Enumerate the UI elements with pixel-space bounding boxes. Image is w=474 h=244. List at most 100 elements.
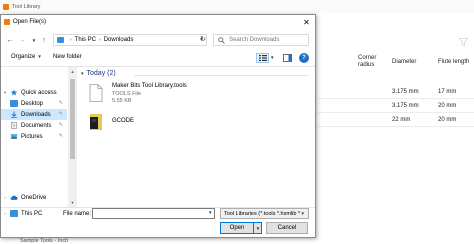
file-name-input[interactable] <box>92 208 215 219</box>
scroll-up-icon[interactable]: ▲ <box>68 67 77 76</box>
table-row[interactable]: 3.175 mm 20 mm <box>318 100 474 113</box>
nav-label: This PC <box>21 210 43 217</box>
file-item[interactable]: Maker Bits Tool Library.tools TOOLS File… <box>87 82 297 108</box>
up-arrow-icon[interactable]: ↑ <box>39 35 49 45</box>
table-row[interactable]: 3.175 mm 17 mm <box>318 86 474 99</box>
flute-length-cell: 20 mm <box>438 117 457 123</box>
expand-arrow-icon[interactable]: › <box>2 195 8 200</box>
app-logo-icon <box>3 3 9 10</box>
file-type-select[interactable]: Tool Libraries (*.tools *.hsmlib * ▼ <box>220 208 309 219</box>
cloud-icon <box>10 195 18 200</box>
nav-item-pictures[interactable]: Pictures ✎ <box>1 131 67 142</box>
column-diameter[interactable]: Diameter <box>392 59 416 66</box>
breadcrumb-this-pc[interactable]: This PC <box>75 37 96 43</box>
navigation-pane: ▾ Quick access Desktop ✎ Downloads ✎ Doc… <box>1 67 67 207</box>
column-flute-length[interactable]: Flute length <box>438 59 469 66</box>
background-app-title: Tool Library <box>12 3 41 10</box>
dialog-titlebar[interactable]: Open File(s) ✕ <box>1 15 315 29</box>
file-name: Maker Bits Tool Library.tools <box>112 83 187 89</box>
view-options-button[interactable] <box>256 53 269 63</box>
chevron-down-icon: ▼ <box>300 211 305 216</box>
table-row[interactable]: 22 mm 20 mm <box>318 114 474 127</box>
open-file-dialog: Open File(s) ✕ ← → ▼ ↑ › This PC › Downl… <box>0 14 316 238</box>
close-button[interactable]: ✕ <box>300 16 313 28</box>
address-bar-row: ← → ▼ ↑ › This PC › Downloads ▼ ↻ Search… <box>1 31 315 49</box>
nav-item-this-pc[interactable]: › This PC <box>1 208 67 219</box>
diameter-cell: 3.175 mm <box>392 103 419 109</box>
view-dropdown-chevron-icon[interactable]: ▼ <box>270 55 274 60</box>
organize-label: Organize <box>11 54 36 60</box>
nav-item-onedrive[interactable]: › OneDrive <box>1 192 67 203</box>
new-folder-button[interactable]: New folder <box>53 54 82 60</box>
documents-icon <box>11 122 17 129</box>
nav-item-quick-access[interactable]: ▾ Quick access <box>1 87 67 98</box>
address-bar[interactable]: › This PC › Downloads ▼ <box>53 34 207 46</box>
pictures-icon <box>10 134 18 139</box>
nav-scrollbar[interactable]: ▲ ▼ <box>68 67 77 207</box>
app-logo-icon <box>4 19 10 25</box>
breadcrumb-separator-icon[interactable]: › <box>70 37 72 43</box>
search-input[interactable]: Search Downloads <box>213 34 309 46</box>
tool-table-header: Corner radius Diameter Flute length <box>318 52 474 78</box>
cancel-button[interactable]: Cancel <box>266 222 308 234</box>
pc-icon <box>10 210 18 217</box>
flute-length-cell: 20 mm <box>438 103 457 109</box>
column-corner-radius[interactable]: Corner radius <box>358 55 384 69</box>
nav-label: OneDrive <box>21 194 47 201</box>
scroll-down-icon[interactable]: ▼ <box>68 198 77 207</box>
breadcrumb-downloads[interactable]: Downloads <box>104 37 134 43</box>
folder-item[interactable]: GCODE <box>87 111 297 137</box>
open-split-chevron-icon[interactable]: ▼ <box>253 222 262 234</box>
help-icon[interactable]: ? <box>299 53 309 63</box>
nav-label: Quick access <box>21 89 57 96</box>
organize-button[interactable]: Organize ▼ <box>11 54 42 60</box>
refresh-icon[interactable]: ↻ <box>199 35 207 43</box>
scrollbar-thumb[interactable] <box>70 79 75 159</box>
group-label: Today (2) <box>86 70 116 77</box>
file-type-filter: Tool Libraries (*.tools *.hsmlib * <box>224 210 301 217</box>
pin-icon: ✎ <box>58 100 63 106</box>
nav-item-desktop[interactable]: Desktop ✎ <box>1 98 67 109</box>
diameter-cell: 22 mm <box>392 117 411 123</box>
group-divider <box>134 75 309 76</box>
file-name-label: File name: <box>63 211 92 217</box>
diameter-cell: 3.175 mm <box>392 89 419 95</box>
nav-label: Downloads <box>21 111 51 118</box>
star-icon <box>10 89 18 96</box>
background-titlebar: Tool Library <box>0 0 474 13</box>
back-arrow-icon[interactable]: ← <box>5 35 15 45</box>
file-size: 5.55 KB <box>112 98 132 104</box>
recent-locations-chevron-icon[interactable]: ▼ <box>29 35 39 45</box>
file-list: ▾ Today (2) Maker Bits Tool Library.tool… <box>79 67 315 207</box>
chevron-down-icon: ▾ <box>81 70 84 77</box>
pin-icon: ✎ <box>58 133 63 139</box>
chevron-down-icon[interactable]: ▼ <box>208 210 212 215</box>
command-toolbar: Organize ▼ New folder ▼ ? <box>1 51 315 65</box>
nav-item-documents[interactable]: Documents ✎ <box>1 120 67 131</box>
pin-icon: ✎ <box>58 122 63 128</box>
cancel-label: Cancel <box>277 225 297 231</box>
breadcrumb-separator-icon[interactable]: › <box>99 37 101 43</box>
details-view-icon <box>258 55 267 61</box>
chevron-down-icon: ▼ <box>37 54 42 59</box>
pc-icon <box>57 37 64 43</box>
folder-icon <box>90 114 102 130</box>
search-icon <box>218 36 225 44</box>
preview-pane-icon[interactable] <box>283 54 292 62</box>
search-placeholder: Search Downloads <box>229 37 280 43</box>
forward-arrow-icon[interactable]: → <box>17 35 27 45</box>
filter-icon[interactable] <box>459 38 468 47</box>
expand-arrow-icon[interactable]: › <box>2 211 8 216</box>
library-name[interactable]: Sample Tools - Inch <box>20 238 68 244</box>
downloads-icon <box>11 111 17 118</box>
desktop-icon <box>10 100 18 107</box>
nav-item-downloads[interactable]: Downloads ✎ <box>1 109 67 120</box>
expand-arrow-icon[interactable]: ▾ <box>2 90 8 96</box>
folder-name: GCODE <box>112 118 135 124</box>
nav-label: Pictures <box>21 133 43 140</box>
document-icon <box>89 84 103 102</box>
open-label: Open <box>229 225 245 231</box>
nav-label: Documents <box>21 122 52 129</box>
background-bottom-bar: Sample Tools - Inch <box>0 238 474 244</box>
group-header-today[interactable]: ▾ Today (2) <box>81 70 116 77</box>
